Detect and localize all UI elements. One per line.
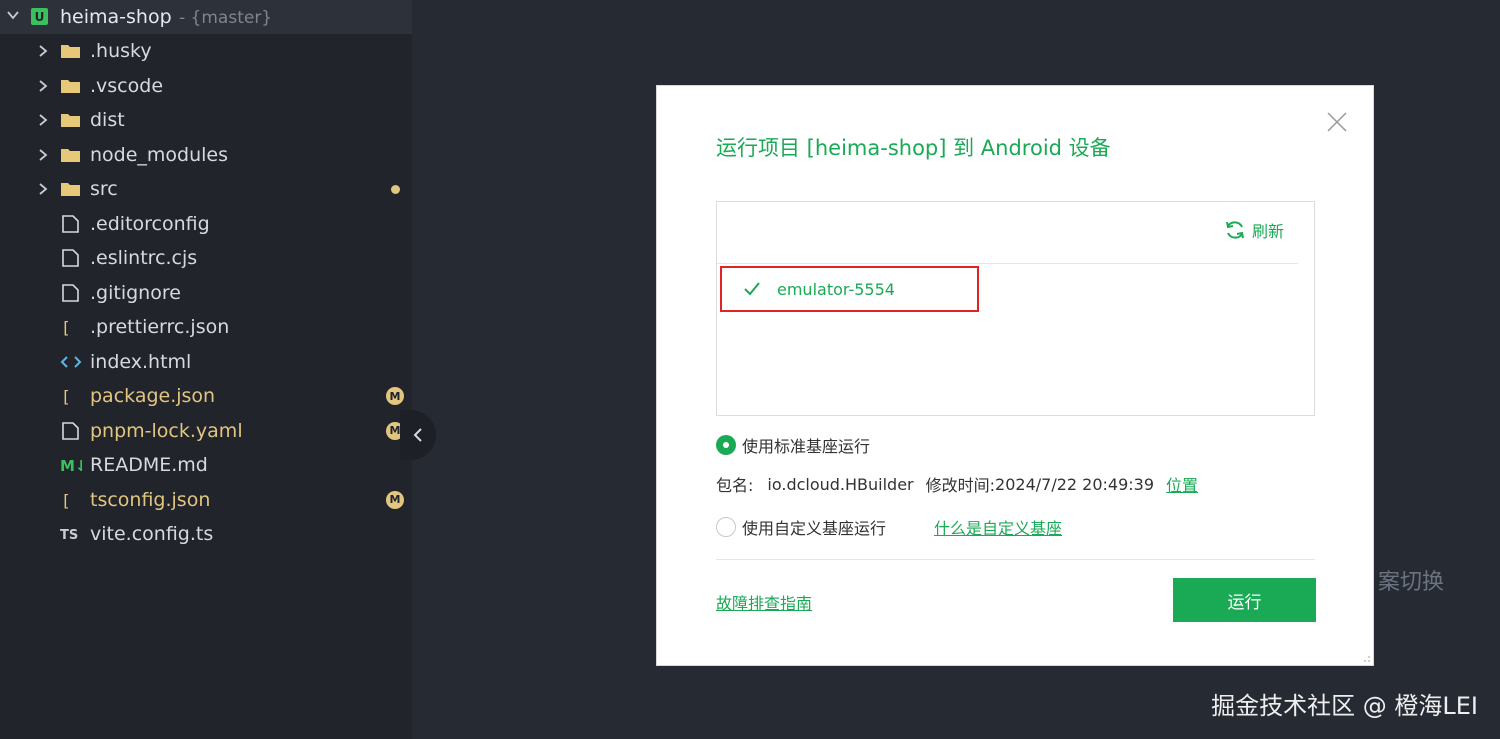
- collapse-sidebar-button[interactable]: [400, 410, 436, 460]
- folder-icon: [60, 77, 82, 95]
- folder-icon: [60, 180, 82, 198]
- tree-item[interactable]: .editorconfig: [0, 207, 412, 241]
- svg-text:[ ]: [ ]: [61, 318, 82, 336]
- svg-text:[ ]: [ ]: [61, 491, 82, 509]
- standard-base-option[interactable]: 使用标准基座运行: [716, 433, 870, 457]
- html-icon: [60, 353, 82, 371]
- tree-item[interactable]: [ ] .prettierrc.json: [0, 310, 412, 344]
- standard-base-radio[interactable]: [716, 435, 736, 455]
- tree-item-label: .prettierrc.json: [90, 316, 230, 338]
- folder-icon: [60, 42, 82, 60]
- tree-item-label: vite.config.ts: [90, 523, 214, 545]
- tree-item-label: .vscode: [90, 74, 164, 97]
- troubleshoot-link[interactable]: 故障排查指南: [716, 590, 812, 614]
- tree-item[interactable]: TS vite.config.ts: [0, 517, 412, 551]
- close-icon[interactable]: [1326, 111, 1348, 133]
- device-list: 刷新 emulator-5554: [716, 201, 1315, 416]
- tree-item-label: .gitignore: [90, 281, 181, 304]
- package-value: io.dcloud.HBuilder: [767, 474, 914, 494]
- tree-item-label: .editorconfig: [90, 212, 210, 235]
- svg-text:M↓: M↓: [60, 457, 82, 474]
- tree-item-label: pnpm-lock.yaml: [90, 419, 243, 442]
- device-item-emulator[interactable]: emulator-5554: [720, 266, 979, 312]
- svg-text:[ ]: [ ]: [61, 387, 82, 405]
- project-root-row[interactable]: U heima-shop - {master}: [0, 0, 412, 34]
- custom-base-radio[interactable]: [716, 517, 736, 537]
- custom-base-help-link[interactable]: 什么是自定义基座: [934, 515, 1062, 539]
- folder-icon: [60, 111, 82, 129]
- file-icon: [60, 214, 82, 233]
- custom-base-label: 使用自定义基座运行: [742, 519, 887, 538]
- svg-text:TS: TS: [60, 528, 78, 543]
- tree-item[interactable]: .husky: [0, 34, 412, 68]
- file-icon: [60, 249, 82, 267]
- project-name: heima-shop: [60, 6, 172, 28]
- modified-badge: M: [386, 387, 404, 405]
- location-link[interactable]: 位置: [1166, 472, 1198, 496]
- tree-item-label: node_modules: [90, 143, 229, 166]
- tree-item[interactable]: src: [0, 172, 412, 206]
- tree-item-label: src: [90, 178, 118, 200]
- tree-item[interactable]: .eslintrc.cjs: [0, 241, 412, 275]
- chevron-right-icon[interactable]: [37, 148, 49, 162]
- divider: [717, 263, 1298, 264]
- file-icon: [60, 283, 82, 302]
- tree-item-label: index.html: [90, 350, 192, 373]
- tree-item[interactable]: node_modules: [0, 138, 412, 172]
- watermark: 掘金技术社区 @ 橙海LEI: [1211, 692, 1478, 720]
- divider: [716, 559, 1315, 560]
- chevron-down-icon[interactable]: [6, 8, 20, 22]
- tree-item-label: package.json: [90, 385, 216, 407]
- markdown-icon: M↓: [60, 456, 88, 475]
- folder-icon: [60, 146, 82, 164]
- chevron-right-icon[interactable]: [37, 113, 49, 127]
- json-icon: [ ]: [60, 491, 90, 510]
- tree-item[interactable]: index.html: [0, 345, 412, 379]
- check-icon: [744, 282, 760, 296]
- file-icon: [60, 421, 82, 440]
- tree-item[interactable]: dist: [0, 103, 412, 137]
- json-icon: [ ]: [60, 387, 90, 406]
- refresh-label: 刷新: [1252, 222, 1285, 241]
- typescript-icon: TS: [60, 525, 82, 543]
- chevron-right-icon[interactable]: [37, 44, 49, 58]
- project-icon: U: [31, 8, 48, 25]
- modified-label: 修改时间:: [925, 476, 996, 495]
- modified-badge: M: [386, 490, 404, 509]
- run-button[interactable]: 运行: [1173, 578, 1316, 622]
- run-android-dialog: 运行项目 [heima-shop] 到 Android 设备 刷新 emulat…: [656, 85, 1374, 666]
- modified-value: 2024/7/22 20:49:39: [995, 474, 1155, 494]
- device-name: emulator-5554: [777, 280, 895, 299]
- tree-item-label: dist: [90, 109, 125, 131]
- dialog-title: 运行项目 [heima-shop] 到 Android 设备: [716, 136, 1111, 160]
- tree-item-label: .husky: [90, 40, 152, 62]
- file-explorer-sidebar: U heima-shop - {master} .husky .vscode dis…: [0, 0, 436, 739]
- tree-item[interactable]: [ ] tsconfig.json M: [0, 483, 412, 517]
- project-branch: - {master}: [179, 8, 273, 28]
- tree-item-label: README.md: [90, 454, 208, 476]
- custom-base-option[interactable]: 使用自定义基座运行: [716, 515, 886, 539]
- tree-item-label: .eslintrc.cjs: [90, 247, 198, 269]
- package-label: 包名:: [716, 476, 754, 495]
- tree-item[interactable]: pnpm-lock.yaml M: [0, 414, 412, 448]
- json-icon: [ ]: [60, 318, 90, 337]
- modified-dot: [391, 185, 400, 194]
- tree-item[interactable]: [ ] package.json M: [0, 379, 412, 413]
- chevron-right-icon[interactable]: [37, 182, 49, 196]
- tree-item[interactable]: M↓ README.md: [0, 448, 412, 482]
- background-text: 案切换: [1378, 570, 1445, 595]
- standard-base-label: 使用标准基座运行: [742, 437, 871, 456]
- chevron-left-icon: [413, 428, 422, 442]
- resize-grip-icon[interactable]: [1361, 653, 1371, 663]
- package-info: 包名: io.dcloud.HBuilder 修改时间: 2024/7/22 2…: [716, 472, 1198, 496]
- refresh-button[interactable]: 刷新: [1224, 218, 1284, 242]
- tree-item[interactable]: .gitignore: [0, 276, 412, 310]
- refresh-icon: [1226, 221, 1244, 239]
- tree-item-label: tsconfig.json: [90, 488, 211, 511]
- chevron-right-icon[interactable]: [37, 79, 49, 93]
- tree-item[interactable]: .vscode: [0, 69, 412, 103]
